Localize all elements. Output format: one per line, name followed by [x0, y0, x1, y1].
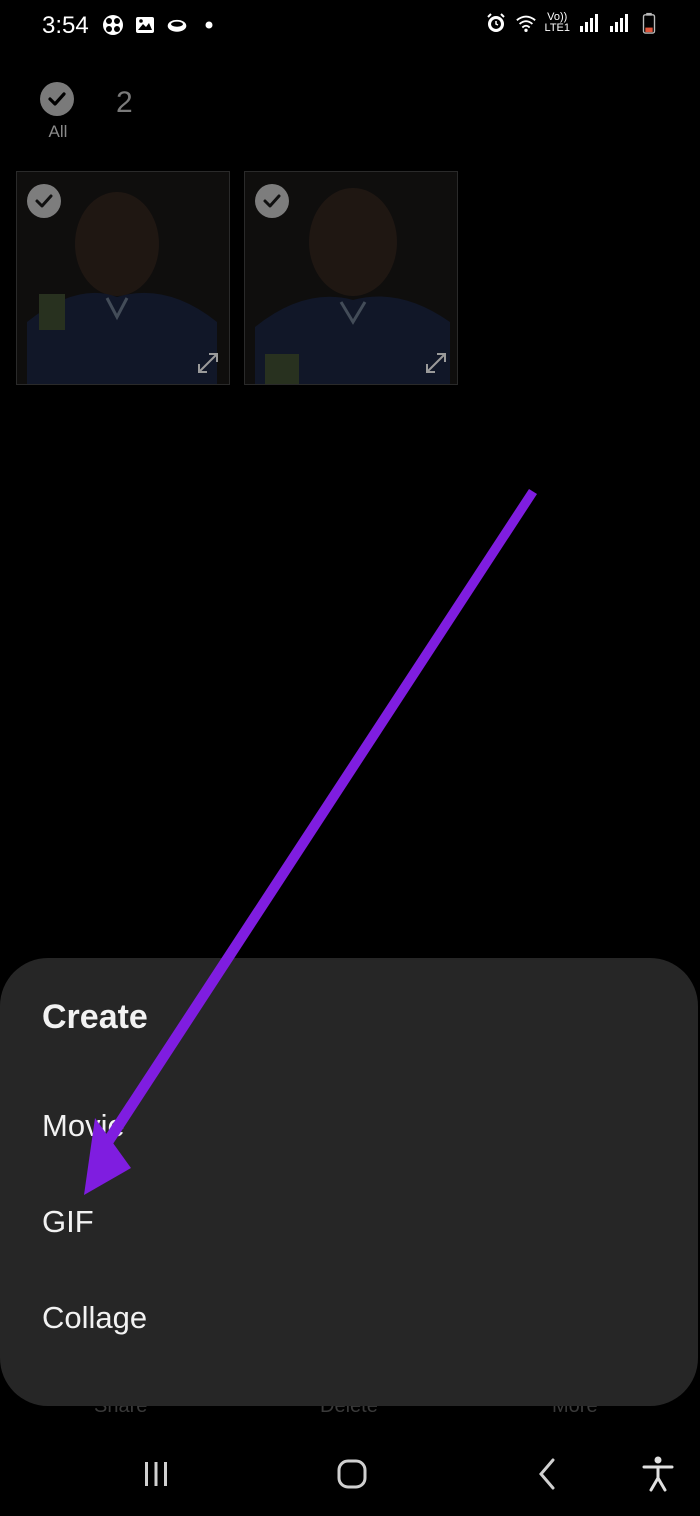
navigation-bar: [0, 1432, 700, 1516]
create-menu-sheet: Create Movie GIF Collage: [0, 958, 698, 1406]
expand-icon[interactable]: [195, 350, 221, 376]
select-all-checkbox[interactable]: All: [40, 82, 76, 142]
select-all-label: All: [48, 122, 68, 141]
alarm-icon: [486, 13, 505, 32]
photo-thumbnail[interactable]: [244, 171, 458, 385]
status-right-icons: Vo)) LTE1: [485, 12, 660, 34]
photo-selected-check-icon[interactable]: [255, 184, 289, 218]
photo-selected-check-icon[interactable]: [27, 184, 61, 218]
cloud-icon: [167, 19, 187, 32]
back-icon[interactable]: [526, 1452, 570, 1496]
menu-item-movie[interactable]: Movie: [42, 1108, 125, 1144]
lte-indicator: Vo)) LTE1: [545, 12, 570, 34]
selected-count: 2: [116, 86, 133, 119]
menu-item-gif[interactable]: GIF: [42, 1204, 94, 1240]
lte-label: LTE1: [544, 22, 570, 34]
home-icon[interactable]: [330, 1452, 374, 1496]
notification-dot-icon: [205, 21, 213, 29]
accessibility-icon[interactable]: [636, 1452, 680, 1496]
photo-thumbnail[interactable]: [16, 171, 230, 385]
game-launcher-icon: [103, 15, 123, 35]
create-menu-title: Create: [42, 998, 148, 1036]
recents-icon[interactable]: [134, 1452, 178, 1496]
expand-icon[interactable]: [423, 350, 449, 376]
signal-icon: [580, 14, 598, 32]
battery-icon: [642, 12, 656, 34]
select-all-check-icon: [40, 82, 74, 116]
wifi-icon: [515, 15, 536, 32]
status-bar: 3:54 Vo)) LTE1: [0, 0, 700, 56]
menu-item-collage[interactable]: Collage: [42, 1300, 147, 1336]
signal-2-icon: [610, 14, 628, 32]
status-time: 3:54: [42, 12, 89, 39]
status-left-icons: [102, 14, 220, 36]
gallery-icon: [136, 17, 154, 33]
